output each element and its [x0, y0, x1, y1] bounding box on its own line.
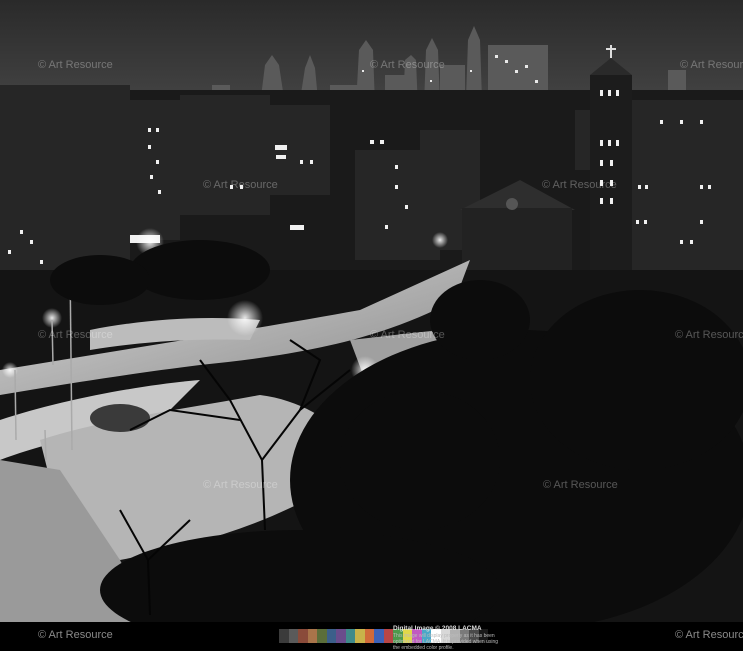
- color-swatch: [345, 629, 355, 643]
- photograph-night-city-park: © Art Resource © Art Resource © Art Reso…: [0, 0, 743, 622]
- watermark-text: © Art Resource: [543, 479, 618, 491]
- watermark-text: © Art Resource: [203, 179, 278, 191]
- color-swatch: [374, 629, 384, 643]
- color-swatch: [317, 629, 327, 643]
- footer-watermark-left: © Art Resource: [38, 629, 113, 641]
- color-swatch: [307, 629, 317, 643]
- footer-bar: © Art Resource Digital Image © 2008 LACM…: [0, 622, 743, 651]
- color-swatch: [326, 629, 336, 643]
- watermark-text: © Art Resource: [370, 329, 445, 341]
- color-swatch: [336, 629, 346, 643]
- watermark-text: © Art Resource: [675, 329, 743, 341]
- credit-text: Digital Image © 2008 LACMA This image wi…: [393, 625, 503, 651]
- color-swatch: [298, 629, 308, 643]
- watermark-text: © Art Resource: [370, 59, 445, 71]
- color-swatch: [383, 629, 393, 643]
- color-swatch: [355, 629, 365, 643]
- watermark-text: © Art Resource: [542, 179, 617, 191]
- watermark-text: © Art Resource: [38, 59, 113, 71]
- color-swatch: [364, 629, 374, 643]
- color-swatch: [288, 629, 298, 643]
- watermark-text: © Art Resource: [38, 329, 113, 341]
- color-swatch: [279, 629, 289, 643]
- footer-watermark-right: © Art Resource: [675, 629, 743, 641]
- watermark-text: © Art Resource: [203, 479, 278, 491]
- credit-body: This image will display properly as it h…: [393, 633, 499, 651]
- watermark-text: © Art Resource: [680, 59, 743, 71]
- credit-title: Digital Image © 2008 LACMA: [393, 625, 482, 632]
